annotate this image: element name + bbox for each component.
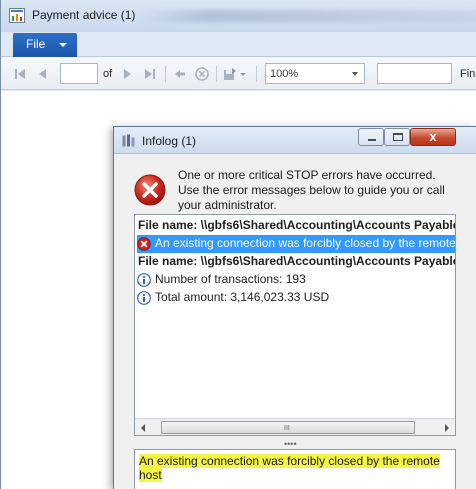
maximize-button[interactable]	[384, 128, 410, 146]
message-tree[interactable]: File name: \\gbfs6\Shared\Accounting\Acc…	[134, 214, 456, 436]
error-message-row[interactable]: An existing connection was forcibly clos…	[137, 235, 455, 253]
error-summary-line: Use the error messages below to guide yo…	[178, 183, 445, 197]
maximize-icon	[393, 133, 403, 141]
main-titlebar[interactable]: Payment advice (1)	[1, 0, 476, 32]
toolbar-separator	[216, 66, 217, 82]
info-message-text: Number of transactions: 193	[155, 272, 306, 286]
horizontal-scrollbar[interactable]: III	[135, 418, 455, 435]
find-input[interactable]	[377, 63, 452, 84]
window-title: Payment advice (1)	[32, 8, 136, 22]
export-icon[interactable]	[223, 67, 237, 81]
error-message-text: An existing connection was forcibly clos…	[155, 236, 456, 250]
find-label[interactable]: Fin	[460, 68, 475, 80]
ribbon: File	[1, 32, 476, 57]
infolog-icon	[122, 134, 135, 147]
message-detail-text: An existing connection was forcibly clos…	[139, 454, 451, 482]
minimize-button[interactable]	[358, 128, 384, 146]
report-icon	[9, 8, 25, 23]
file-name-text: File name: \\gbfs6\Shared\Accounting\Acc…	[138, 254, 456, 268]
scroll-left-icon[interactable]	[141, 424, 145, 432]
info-message-text: Total amount: 3,146,023.33 USD	[155, 290, 330, 304]
error-circle-icon	[134, 174, 166, 206]
file-name-text: File name: \\gbfs6\Shared\Accounting\Acc…	[138, 218, 456, 232]
infolog-title: Infolog (1)	[142, 134, 197, 148]
info-circle-icon	[137, 273, 151, 287]
chevron-down-icon[interactable]	[239, 67, 247, 81]
error-summary-line: your administrator.	[178, 198, 277, 212]
previous-page-icon[interactable]	[35, 67, 49, 81]
first-page-icon[interactable]	[13, 67, 27, 81]
error-circle-icon	[137, 237, 151, 251]
infolog-dialog: Infolog (1) x One or more critical STOP …	[113, 126, 476, 489]
scroll-right-icon[interactable]	[445, 424, 449, 432]
of-label: of	[103, 68, 113, 80]
zoom-select[interactable]: 100%	[265, 63, 365, 84]
splitter-handle[interactable]: ••••	[284, 439, 297, 449]
back-arrow-icon[interactable]	[173, 67, 187, 81]
message-detail-box: An existing connection was forcibly clos…	[134, 449, 456, 489]
chevron-down-icon	[59, 43, 67, 47]
report-toolbar: of 100% Fin	[1, 57, 476, 90]
stop-icon[interactable]	[195, 67, 209, 81]
close-icon: x	[429, 129, 437, 144]
minimize-icon	[368, 139, 376, 141]
next-page-icon[interactable]	[121, 67, 135, 81]
obscured-title-region	[141, 10, 476, 22]
close-button[interactable]: x	[410, 128, 456, 146]
zoom-value: 100%	[270, 68, 299, 80]
current-page-input[interactable]	[60, 63, 98, 84]
highlighted-detail: An existing connection was forcibly clos…	[139, 454, 440, 482]
file-name-row[interactable]: File name: \\gbfs6\Shared\Accounting\Acc…	[137, 253, 455, 271]
error-summary-line: One or more critical STOP errors have oc…	[178, 168, 436, 182]
error-summary: One or more critical STOP errors have oc…	[178, 168, 468, 213]
chevron-down-icon	[352, 72, 358, 76]
file-tab-label: File	[26, 37, 46, 51]
file-tab[interactable]: File	[13, 33, 77, 57]
infolog-titlebar[interactable]: Infolog (1) x	[114, 127, 476, 154]
divider	[1, 90, 476, 91]
info-message-row[interactable]: Number of transactions: 193	[137, 271, 455, 289]
scrollbar-thumb[interactable]: III	[161, 421, 415, 434]
toolbar-separator	[165, 66, 166, 82]
info-message-row[interactable]: Total amount: 3,146,023.33 USD	[137, 289, 455, 307]
info-circle-icon	[137, 291, 151, 305]
last-page-icon[interactable]	[143, 67, 157, 81]
file-name-row[interactable]: File name: \\gbfs6\Shared\Accounting\Acc…	[137, 217, 455, 235]
toolbar-separator	[256, 66, 257, 82]
scrollbar-grip: III	[284, 425, 290, 432]
